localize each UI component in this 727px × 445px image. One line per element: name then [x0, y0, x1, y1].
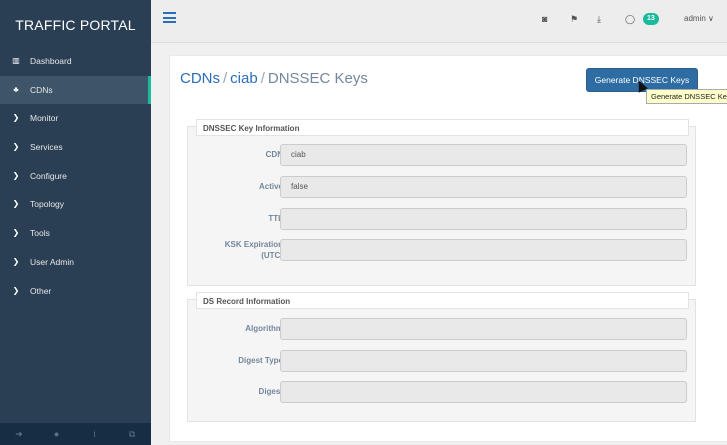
active-row: Active false: [188, 176, 695, 198]
menu-toggle-icon[interactable]: [163, 12, 176, 23]
sitemap-icon: ♣: [13, 84, 19, 94]
chevron-right-icon: ❯: [12, 256, 20, 266]
chevron-down-icon: ∨: [708, 14, 714, 23]
main-content: CDNs / ciab / DNSSEC Keys Generate DNSSEC Ke…: [169, 55, 727, 442]
cdn-row: CDN ciab: [188, 144, 695, 166]
page-title: CDNs / ciab / DNSSEC Keys: [180, 70, 368, 87]
user-name: admin: [684, 14, 706, 23]
breadcrumb-separator: /: [223, 70, 228, 87]
sidebar-item-services[interactable]: ❯ Services: [0, 133, 151, 162]
flag-icon[interactable]: ⚑: [570, 14, 578, 25]
sidebar-item-monitor[interactable]: ❯ Monitor: [0, 104, 151, 133]
sidebar-item-label: Other: [30, 285, 52, 296]
chevron-right-icon: ❯: [12, 228, 20, 238]
sidebar-item-label: Tools: [30, 228, 50, 239]
ksk-expiration-label: KSK Expiration (UTC): [225, 239, 283, 261]
download-icon[interactable]: ⤓: [597, 14, 601, 25]
sidebar-item-user-admin[interactable]: ❯ User Admin: [0, 248, 151, 277]
digest-type-field[interactable]: [280, 350, 687, 372]
dnssec-key-panel: DNSSEC Key Information CDN ciab Active f…: [187, 119, 696, 286]
ttl-row: TTL: [188, 208, 695, 230]
digest-field[interactable]: [280, 381, 687, 403]
sidebar-item-label: User Admin: [30, 256, 74, 267]
camera-icon[interactable]: ◙: [542, 14, 547, 24]
info-icon[interactable]: i: [76, 423, 114, 445]
sidebar-nav: ▥ Dashboard ♣ CDNs ❯ Monitor ❯ Services ❯ Con…: [0, 47, 151, 305]
notification-badge[interactable]: 13: [643, 13, 659, 25]
algorithm-label: Algorithm: [245, 324, 283, 333]
sidebar-item-label: Services: [30, 142, 63, 153]
sidebar-item-label: Configure: [30, 170, 67, 181]
user-icon[interactable]: ●: [38, 423, 76, 445]
ksk-expiration-field[interactable]: [280, 239, 687, 261]
comment-icon[interactable]: ◯: [625, 14, 635, 25]
chevron-right-icon: ❯: [12, 285, 20, 295]
ds-record-panel: DS Record Information Algorithm Digest T…: [187, 292, 696, 422]
ksk-label-line-1: KSK Expiration: [224, 240, 283, 249]
active-field[interactable]: false: [280, 176, 687, 198]
digest-type-label: Digest Type: [238, 356, 283, 365]
logout-icon[interactable]: ➜: [0, 423, 38, 445]
brand-title[interactable]: TRAFFIC PORTAL: [0, 0, 151, 51]
algorithm-field[interactable]: [280, 318, 687, 340]
chart-icon: ▥: [12, 56, 20, 65]
tooltip: Generate DNSSEC Keys: [646, 89, 727, 104]
sidebar-item-cdns[interactable]: ♣ CDNs: [0, 75, 151, 105]
breadcrumb-current: DNSSEC Keys: [267, 70, 368, 87]
chevron-right-icon: ❯: [12, 113, 20, 123]
digest-type-row: Digest Type: [188, 350, 695, 372]
sidebar-item-other[interactable]: ❯ Other: [0, 277, 151, 306]
user-menu[interactable]: admin ∨: [684, 14, 714, 23]
breadcrumb-separator: /: [260, 70, 265, 87]
sidebar-item-label: Topology: [30, 199, 65, 210]
breadcrumb-cdn[interactable]: ciab: [230, 70, 258, 87]
ksk-expiration-row: KSK Expiration (UTC): [188, 239, 695, 261]
sidebar-item-label: Monitor: [30, 113, 59, 124]
cdn-field[interactable]: ciab: [280, 144, 687, 166]
sidebar-item-label: Dashboard: [30, 56, 72, 66]
ttl-field[interactable]: [280, 208, 687, 230]
chevron-right-icon: ❯: [12, 170, 20, 180]
digest-row: Digest: [188, 381, 695, 403]
ds-record-legend: DS Record Information: [196, 292, 689, 309]
chevron-right-icon: ❯: [12, 199, 20, 209]
sidebar-item-configure[interactable]: ❯ Configure: [0, 162, 151, 191]
sidebar-item-tools[interactable]: ❯ Tools: [0, 219, 151, 248]
sidebar-item-label: CDNs: [30, 84, 53, 95]
sidebar-footer: ➜ ● i ⧉: [0, 423, 151, 445]
sidebar: TRAFFIC PORTAL ▥ Dashboard ♣ CDNs ❯ Monitor…: [0, 0, 151, 445]
algorithm-row: Algorithm: [188, 318, 695, 340]
external-link-icon[interactable]: ⧉: [113, 423, 151, 445]
top-nav: ◙ ⚑ ⤓ ◯ 13 admin ∨: [151, 0, 727, 43]
sidebar-item-topology[interactable]: ❯ Topology: [0, 190, 151, 219]
dnssec-key-legend: DNSSEC Key Information: [196, 119, 689, 136]
breadcrumb-cdns[interactable]: CDNs: [180, 70, 220, 87]
sidebar-item-dashboard[interactable]: ▥ Dashboard: [0, 47, 151, 76]
chevron-right-icon: ❯: [12, 142, 20, 152]
